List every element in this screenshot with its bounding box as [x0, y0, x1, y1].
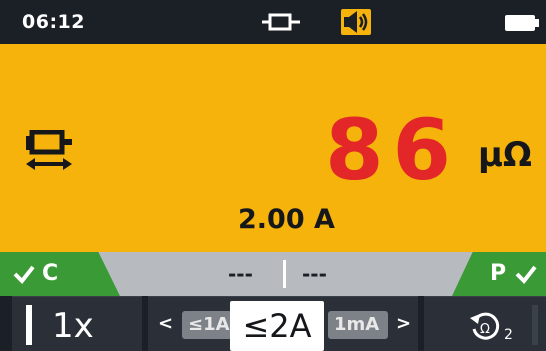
current-option-selected[interactable]: ≤2A: [230, 301, 324, 351]
right-result-value: ---: [302, 262, 327, 286]
continuity-status-label: C: [42, 261, 59, 286]
reading-panel: 86 μΩ 2.00 A: [0, 44, 546, 252]
current-option-next[interactable]: 1mA: [328, 311, 388, 339]
ohm-reset-icon: Ω: [470, 312, 500, 340]
current-range-selector[interactable]: < ≤1A 1mA ≤2A >: [148, 296, 418, 351]
polarity-status-label: P: [490, 261, 507, 286]
reset-subscript: 2: [504, 327, 513, 343]
speaker-badge: [341, 9, 371, 35]
test-current: 2.00 A: [238, 204, 335, 235]
check-icon: [13, 265, 35, 285]
result-divider: [283, 260, 286, 288]
softkey-bar: 1x < ≤1A 1mA ≤2A > Ω 2: [0, 296, 546, 351]
chevron-right-icon[interactable]: >: [396, 309, 411, 339]
bidirectional-lead-icon: [26, 130, 72, 170]
clock: 06:12: [22, 11, 85, 33]
result-strip: C --- --- P: [0, 252, 546, 296]
reading-unit: μΩ: [478, 135, 532, 175]
chevron-left-icon[interactable]: <: [158, 309, 173, 339]
resistance-reading: 86: [325, 101, 460, 199]
check-icon: [515, 265, 537, 285]
battery-icon: [505, 15, 539, 31]
scroll-indicator: [532, 305, 538, 345]
speaker-icon: [344, 11, 368, 33]
left-result-value: ---: [228, 262, 253, 286]
scroll-indicator: [26, 305, 32, 345]
multiplier-softkey[interactable]: 1x: [12, 296, 142, 351]
svg-text:Ω: Ω: [480, 322, 490, 337]
multiplier-label: 1x: [52, 306, 94, 346]
status-bar: 06:12: [0, 0, 546, 44]
null-reset-softkey[interactable]: Ω 2: [424, 296, 546, 351]
connector-icon: [262, 13, 300, 31]
